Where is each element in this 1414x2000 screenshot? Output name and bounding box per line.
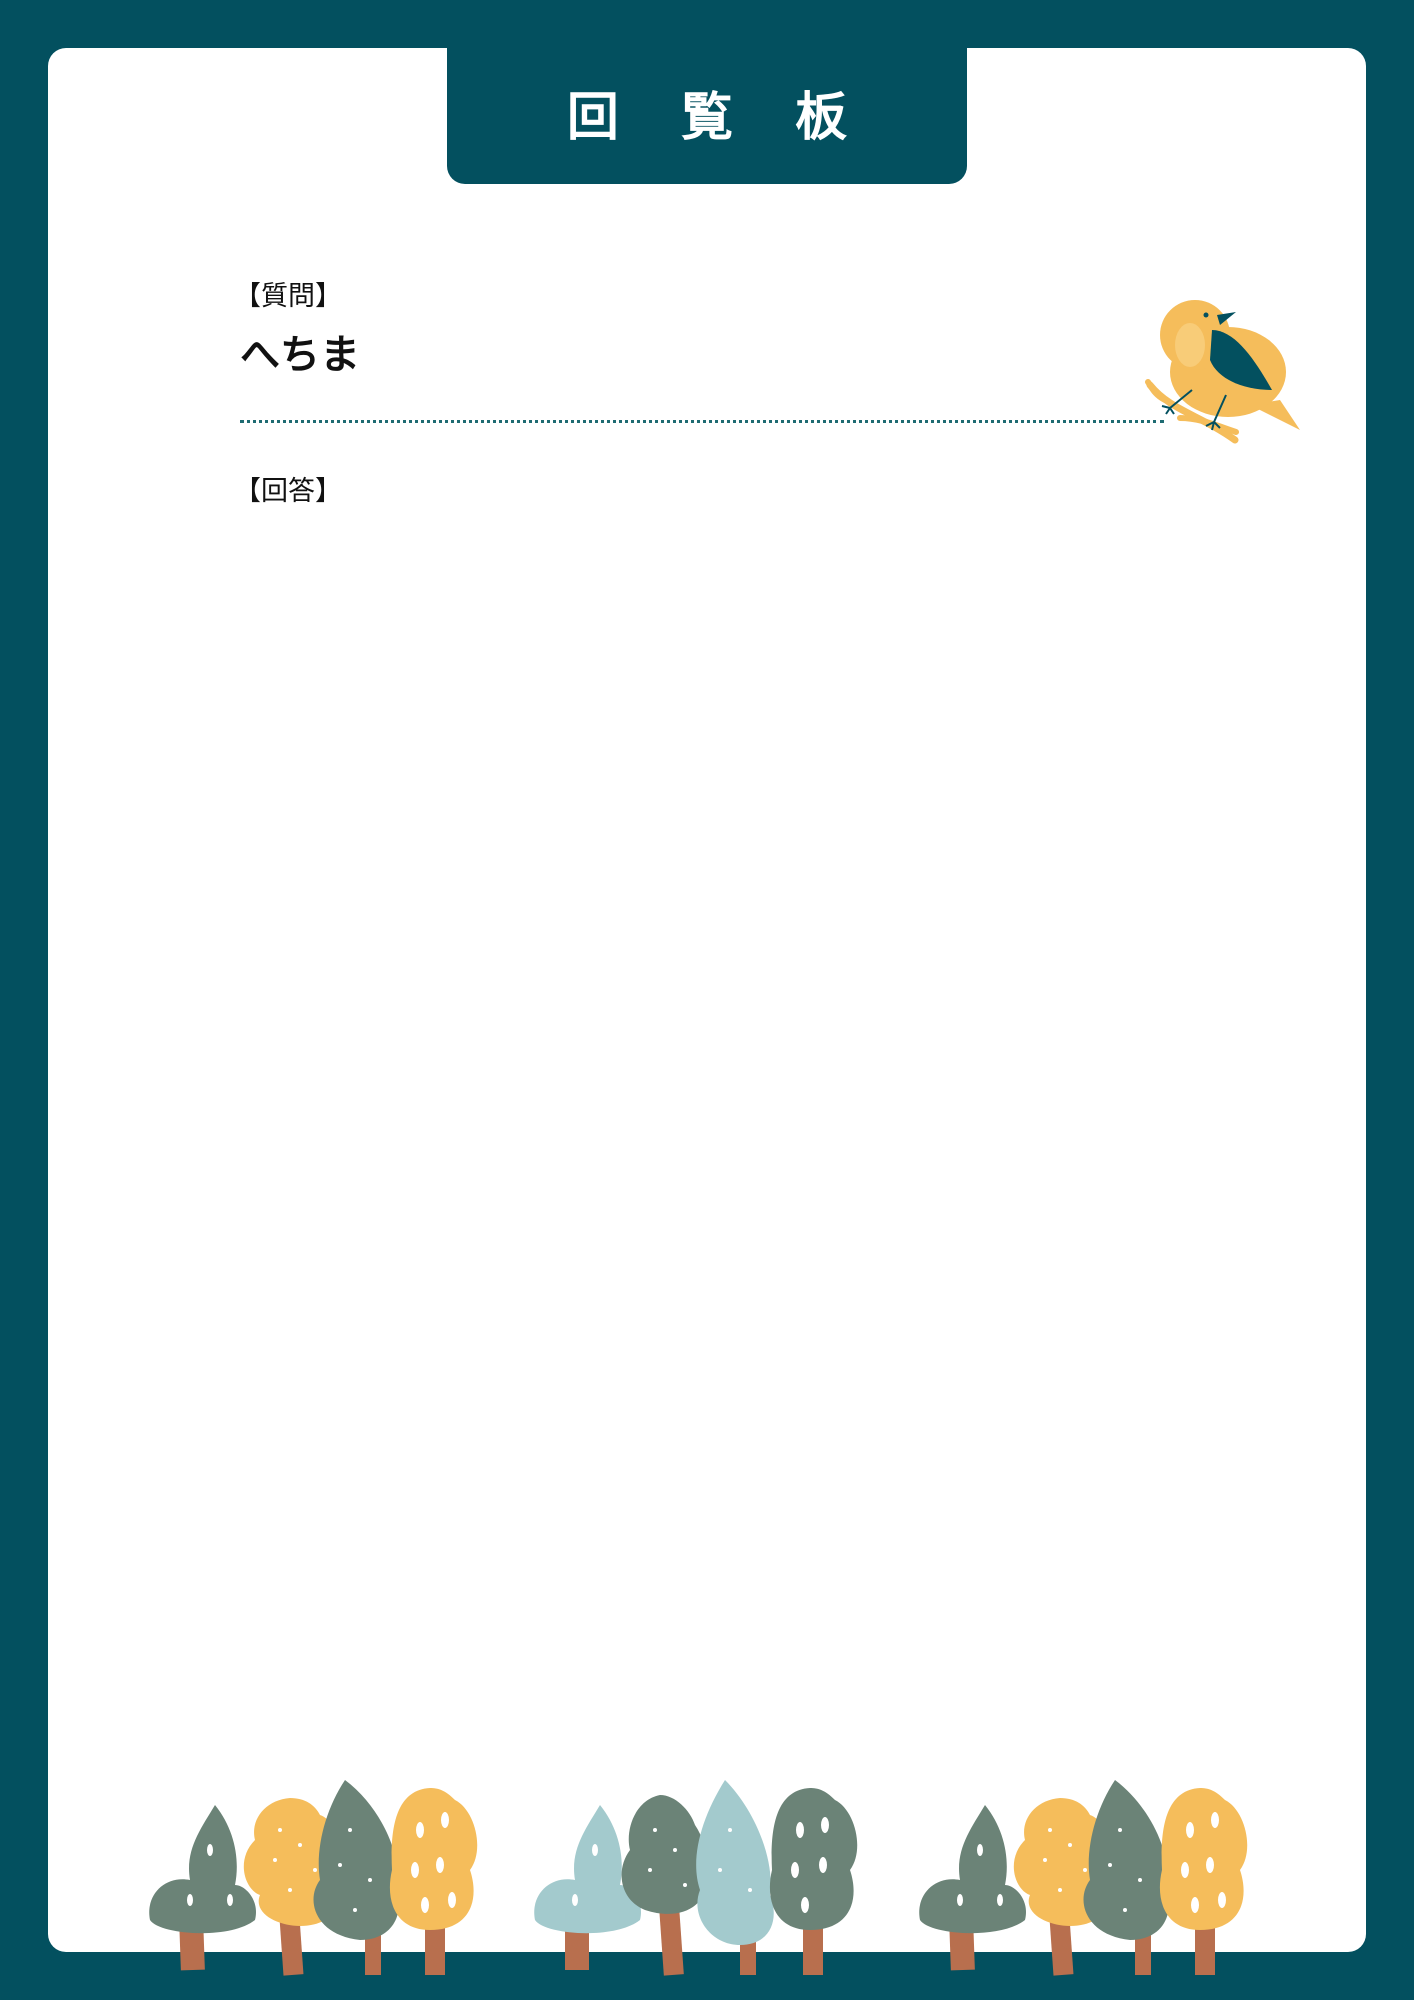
- question-label: 【質問】: [234, 281, 342, 312]
- dotted-divider: [240, 420, 1164, 423]
- answer-label: 【回答】: [234, 476, 342, 507]
- trees-illustration: [149, 1780, 1248, 1976]
- page-title: 回 覧 板: [566, 87, 870, 148]
- title-tab: 回 覧 板: [447, 40, 967, 184]
- question-text: へちま: [240, 332, 360, 378]
- bird-illustration: [1145, 300, 1300, 444]
